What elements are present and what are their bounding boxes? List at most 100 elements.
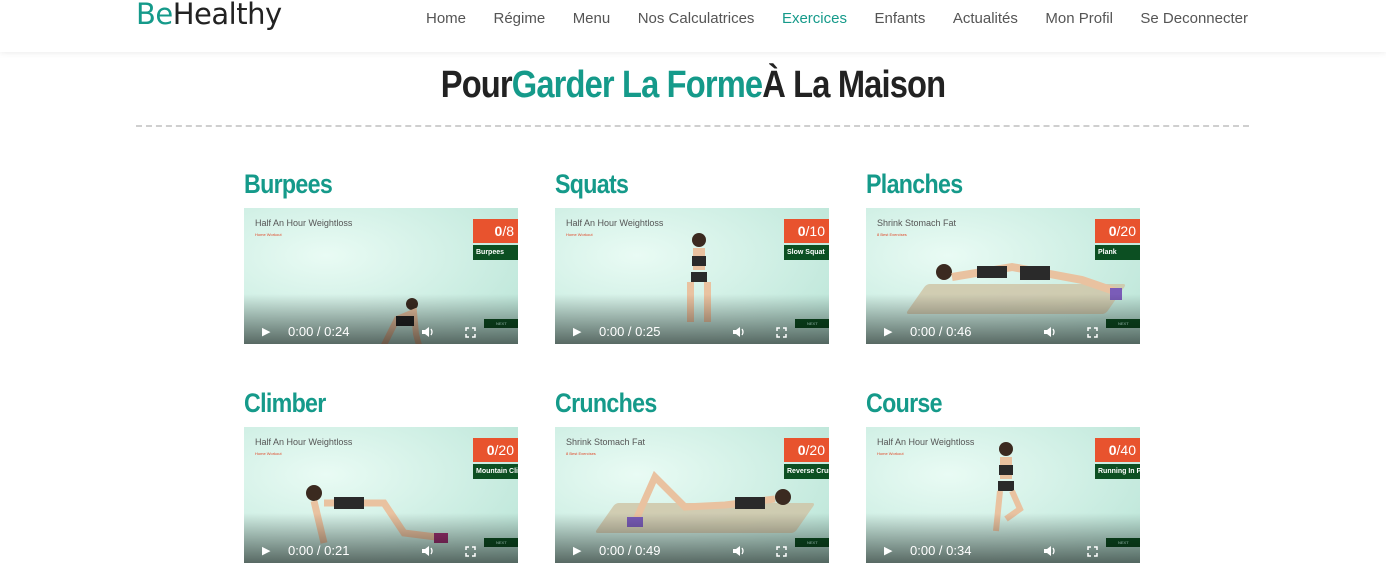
more-options-icon[interactable]: ⋮	[513, 326, 518, 340]
rep-total: /20	[494, 442, 514, 458]
exercise-label: Running In Pla	[1095, 464, 1140, 479]
fullscreen-icon[interactable]	[776, 546, 787, 557]
video-subheading: 8 Best Exercises	[877, 232, 907, 237]
play-icon[interactable]: ▶	[573, 544, 581, 557]
play-icon[interactable]: ▶	[884, 325, 892, 338]
video-subheading: Home Workout	[877, 451, 904, 456]
rep-counter: 0/40	[1095, 438, 1140, 462]
volume-icon[interactable]	[421, 326, 435, 338]
nav-calculatrices[interactable]: Nos Calculatrices	[638, 10, 755, 27]
exercise-card: Burpees Half An Hour Weightloss Home Wor…	[244, 169, 518, 344]
video-subheading: Home Workout	[566, 232, 593, 237]
video-controls: ▶ 0:00 / 0:24 ⋮	[244, 294, 518, 344]
rep-count: 0	[1108, 223, 1117, 239]
brand-suffix: Healthy	[172, 0, 282, 31]
video-controls: ▶ 0:00 / 0:49 ⋮	[555, 513, 829, 563]
rep-total: /20	[1116, 223, 1136, 239]
brand-logo[interactable]: BeHealthy	[136, 0, 282, 31]
rep-counter: 0/20	[473, 438, 518, 462]
more-options-icon[interactable]: ⋮	[1135, 545, 1140, 559]
video-subheading: Home Workout	[255, 451, 282, 456]
exercise-video[interactable]: Half An Hour Weightloss Home Workout 0/4…	[866, 427, 1140, 563]
video-subheading: Home Workout	[255, 232, 282, 237]
exercise-label: Slow Squat	[784, 245, 829, 260]
video-heading: Half An Hour Weightloss	[877, 437, 975, 447]
video-subheading: 8 Best Exercises	[566, 451, 596, 456]
video-time: 0:00 / 0:24	[288, 324, 350, 339]
exercise-title: Planches	[866, 169, 963, 199]
nav-exercices[interactable]: Exercices	[782, 10, 847, 27]
nav-mon-profil[interactable]: Mon Profil	[1045, 10, 1113, 27]
rep-count: 0	[797, 223, 806, 239]
nav-regime[interactable]: Régime	[494, 10, 546, 27]
exercise-card: Squats Half An Hour Weightloss Home Work…	[555, 169, 829, 344]
play-icon[interactable]: ▶	[573, 325, 581, 338]
exercise-label: Mountain Climb	[473, 464, 518, 479]
video-time: 0:00 / 0:49	[599, 543, 661, 558]
rep-total: /10	[805, 223, 825, 239]
nav-enfants[interactable]: Enfants	[874, 10, 925, 27]
video-heading: Half An Hour Weightloss	[255, 218, 353, 228]
video-time: 0:00 / 0:46	[910, 324, 972, 339]
exercise-video[interactable]: Half An Hour Weightloss Home Workout 0/2…	[244, 427, 518, 563]
title-before: Pour	[440, 64, 513, 106]
fullscreen-icon[interactable]	[776, 327, 787, 338]
exercise-label: Burpees	[473, 245, 518, 260]
exercise-card: Crunches Shrink Stomach Fat 8 Best Exerc…	[555, 388, 829, 563]
video-time: 0:00 / 0:21	[288, 543, 350, 558]
nav-actualites[interactable]: Actualités	[953, 10, 1018, 27]
rep-counter: 0/20	[784, 438, 829, 462]
rep-counter: 0/10	[784, 219, 829, 243]
rep-count: 0	[1108, 442, 1117, 458]
play-icon[interactable]: ▶	[884, 544, 892, 557]
more-options-icon[interactable]: ⋮	[824, 326, 829, 340]
exercise-title: Climber	[244, 388, 326, 418]
fullscreen-icon[interactable]	[465, 327, 476, 338]
more-options-icon[interactable]: ⋮	[513, 545, 518, 559]
play-icon[interactable]: ▶	[262, 544, 270, 557]
volume-icon[interactable]	[1043, 326, 1057, 338]
volume-icon[interactable]	[1043, 545, 1057, 557]
more-options-icon[interactable]: ⋮	[1135, 326, 1140, 340]
exercise-video[interactable]: Half An Hour Weightloss Home Workout 0/8…	[244, 208, 518, 344]
fullscreen-icon[interactable]	[1087, 327, 1098, 338]
video-heading: Shrink Stomach Fat	[566, 437, 646, 447]
exercise-video[interactable]: Shrink Stomach Fat 8 Best Exercises 0/20…	[555, 427, 829, 563]
top-navbar: BeHealthy Home Régime Menu Nos Calculatr…	[0, 0, 1386, 52]
video-controls: ▶ 0:00 / 0:34 ⋮	[866, 513, 1140, 563]
exercise-title: Crunches	[555, 388, 657, 418]
exercise-label: Reverse Crunch	[784, 464, 829, 479]
exercise-title: Squats	[555, 169, 629, 199]
volume-icon[interactable]	[732, 326, 746, 338]
video-time: 0:00 / 0:34	[910, 543, 972, 558]
rep-total: /8	[502, 223, 514, 239]
play-icon[interactable]: ▶	[262, 325, 270, 338]
fullscreen-icon[interactable]	[1087, 546, 1098, 557]
exercise-card: Climber Half An Hour Weightloss Home Wor…	[244, 388, 518, 563]
exercise-video[interactable]: Shrink Stomach Fat 8 Best Exercises 0/20…	[866, 208, 1140, 344]
page-title: PourGarder La FormeÀ La Maison	[97, 64, 1289, 107]
main-nav: Home Régime Menu Nos Calculatrices Exerc…	[426, 10, 1248, 27]
video-controls: ▶ 0:00 / 0:21 ⋮	[244, 513, 518, 563]
more-options-icon[interactable]: ⋮	[824, 545, 829, 559]
exercise-card: Course Half An Hour Weightloss Home Work…	[866, 388, 1140, 563]
rep-counter: 0/8	[473, 219, 518, 243]
title-accent: Garder La Forme	[511, 64, 763, 106]
rep-count: 0	[797, 442, 806, 458]
volume-icon[interactable]	[421, 545, 435, 557]
nav-home[interactable]: Home	[426, 10, 466, 27]
exercise-title: Burpees	[244, 169, 333, 199]
exercise-video[interactable]: Half An Hour Weightloss Home Workout 0/1…	[555, 208, 829, 344]
title-after: À La Maison	[762, 64, 946, 106]
nav-menu[interactable]: Menu	[573, 10, 611, 27]
video-controls: ▶ 0:00 / 0:25 ⋮	[555, 294, 829, 344]
video-time: 0:00 / 0:25	[599, 324, 661, 339]
title-divider	[136, 125, 1249, 127]
exercise-title: Course	[866, 388, 943, 418]
fullscreen-icon[interactable]	[465, 546, 476, 557]
volume-icon[interactable]	[732, 545, 746, 557]
brand-prefix: Be	[136, 0, 173, 31]
nav-se-deconnecter[interactable]: Se Deconnecter	[1140, 10, 1248, 27]
video-heading: Half An Hour Weightloss	[566, 218, 664, 228]
exercise-card: Planches Shrink Stomach Fat 8 Best Exerc…	[866, 169, 1140, 344]
